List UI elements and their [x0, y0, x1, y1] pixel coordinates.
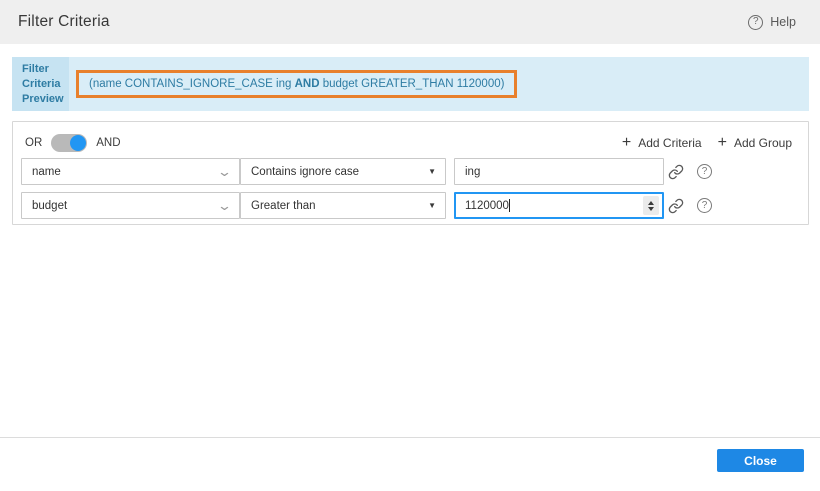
criteria-row: name ⌄ Contains ignore case ▼ ?	[13, 158, 808, 185]
logic-toggle-group: OR AND	[25, 134, 121, 152]
footer-divider	[0, 437, 820, 438]
value-field-wrap	[454, 158, 664, 185]
dialog-header: Filter Criteria ? Help	[0, 0, 820, 44]
operator-select-value: Contains ignore case	[241, 166, 428, 178]
toggle-knob	[70, 135, 86, 151]
value-input[interactable]	[454, 192, 664, 219]
builder-toolbar: OR AND + Add Criteria + Add Group	[25, 131, 792, 155]
preview-expression-area: (name CONTAINS_IGNORE_CASE ing AND budge…	[69, 57, 809, 111]
stepper-down-icon	[648, 207, 654, 211]
operator-select-value: Greater than	[241, 200, 428, 212]
close-button[interactable]: Close	[717, 449, 804, 472]
operator-select[interactable]: Contains ignore case ▼	[240, 158, 446, 185]
add-group-button[interactable]: + Add Group	[718, 135, 792, 151]
add-criteria-button[interactable]: + Add Criteria	[622, 135, 702, 151]
row-icons: ?	[668, 158, 712, 185]
link-icon[interactable]	[668, 198, 684, 214]
row-icons: ?	[668, 192, 712, 219]
filter-criteria-preview: Filter Criteria Preview (name CONTAINS_I…	[12, 57, 809, 111]
dropdown-arrow-icon: ▼	[428, 167, 436, 176]
field-select[interactable]: name ⌄	[21, 158, 240, 185]
value-field-wrap	[454, 192, 664, 219]
field-select-value: budget	[22, 200, 219, 212]
add-criteria-label: Add Criteria	[638, 136, 701, 150]
help-label: Help	[770, 15, 796, 29]
chevron-down-icon: ⌄	[217, 199, 232, 212]
and-or-toggle[interactable]	[51, 134, 87, 152]
plus-icon: +	[622, 135, 631, 151]
text-caret	[509, 199, 510, 212]
expression-operator: AND	[295, 78, 320, 90]
number-stepper[interactable]	[643, 196, 659, 215]
builder-actions: + Add Criteria + Add Group	[622, 135, 792, 151]
and-label: AND	[96, 137, 120, 149]
criteria-row: budget ⌄ Greater than ▼	[13, 192, 808, 219]
or-label: OR	[25, 137, 42, 149]
question-icon[interactable]: ?	[697, 164, 712, 179]
help-button[interactable]: ? Help	[748, 15, 796, 30]
operator-select[interactable]: Greater than ▼	[240, 192, 446, 219]
page-title: Filter Criteria	[18, 13, 110, 31]
stepper-up-icon	[648, 201, 654, 205]
preview-label: Filter Criteria Preview	[12, 57, 69, 111]
criteria-builder-panel: OR AND + Add Criteria + Add Group n	[12, 121, 809, 225]
dropdown-arrow-icon: ▼	[428, 201, 436, 210]
question-icon[interactable]: ?	[697, 198, 712, 213]
plus-icon: +	[718, 135, 727, 151]
expression-suffix: budget GREATER_THAN 1120000)	[320, 78, 505, 90]
field-select[interactable]: budget ⌄	[21, 192, 240, 219]
expression-prefix: (name CONTAINS_IGNORE_CASE ing	[89, 78, 295, 90]
value-input[interactable]	[454, 158, 664, 185]
field-select-value: name	[22, 166, 219, 178]
preview-expression-highlight: (name CONTAINS_IGNORE_CASE ing AND budge…	[76, 70, 517, 98]
link-icon[interactable]	[668, 164, 684, 180]
chevron-down-icon: ⌄	[217, 165, 232, 178]
help-icon: ?	[748, 15, 763, 30]
add-group-label: Add Group	[734, 136, 792, 150]
